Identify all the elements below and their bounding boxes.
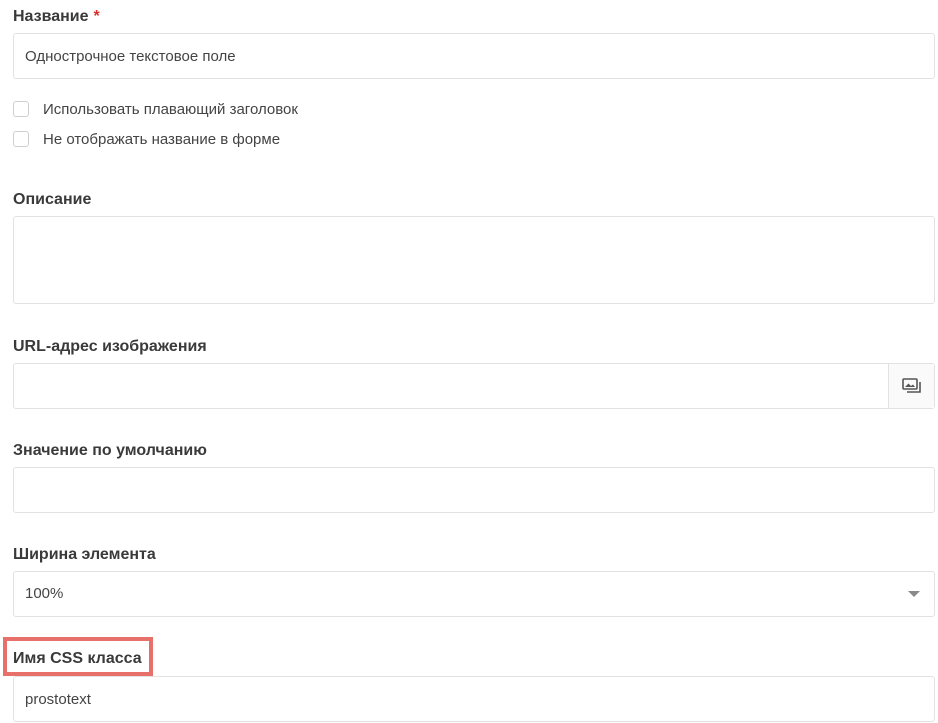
- element-width-select[interactable]: 100%: [13, 571, 935, 617]
- image-url-input[interactable]: [14, 364, 890, 408]
- floating-title-checkbox-label: Использовать плавающий заголовок: [43, 100, 298, 118]
- default-value-input[interactable]: [13, 467, 935, 513]
- name-input[interactable]: [13, 33, 935, 79]
- floating-title-checkbox[interactable]: [13, 101, 29, 117]
- name-label: Название *: [13, 7, 100, 27]
- required-mark: *: [93, 8, 100, 25]
- image-gallery-icon: [901, 378, 921, 393]
- description-textarea[interactable]: [13, 216, 935, 304]
- element-width-label: Ширина элемента: [13, 546, 156, 563]
- css-class-label: Имя CSS класса: [13, 650, 142, 667]
- hide-title-checkbox-row[interactable]: Не отображать название в форме: [13, 129, 280, 149]
- default-value-label: Значение по умолчанию: [13, 442, 207, 459]
- css-class-input[interactable]: [13, 676, 935, 722]
- image-url-label: URL-адрес изображения: [13, 338, 207, 355]
- hide-title-checkbox[interactable]: [13, 131, 29, 147]
- image-picker-button[interactable]: [888, 364, 934, 408]
- element-width-selected-value: 100%: [25, 585, 64, 602]
- floating-title-checkbox-row[interactable]: Использовать плавающий заголовок: [13, 99, 298, 119]
- image-url-field: [13, 363, 935, 409]
- name-label-text: Название: [13, 8, 89, 25]
- chevron-down-icon: [908, 591, 920, 597]
- hide-title-checkbox-label: Не отображать название в форме: [43, 130, 281, 148]
- description-label: Описание: [13, 191, 92, 208]
